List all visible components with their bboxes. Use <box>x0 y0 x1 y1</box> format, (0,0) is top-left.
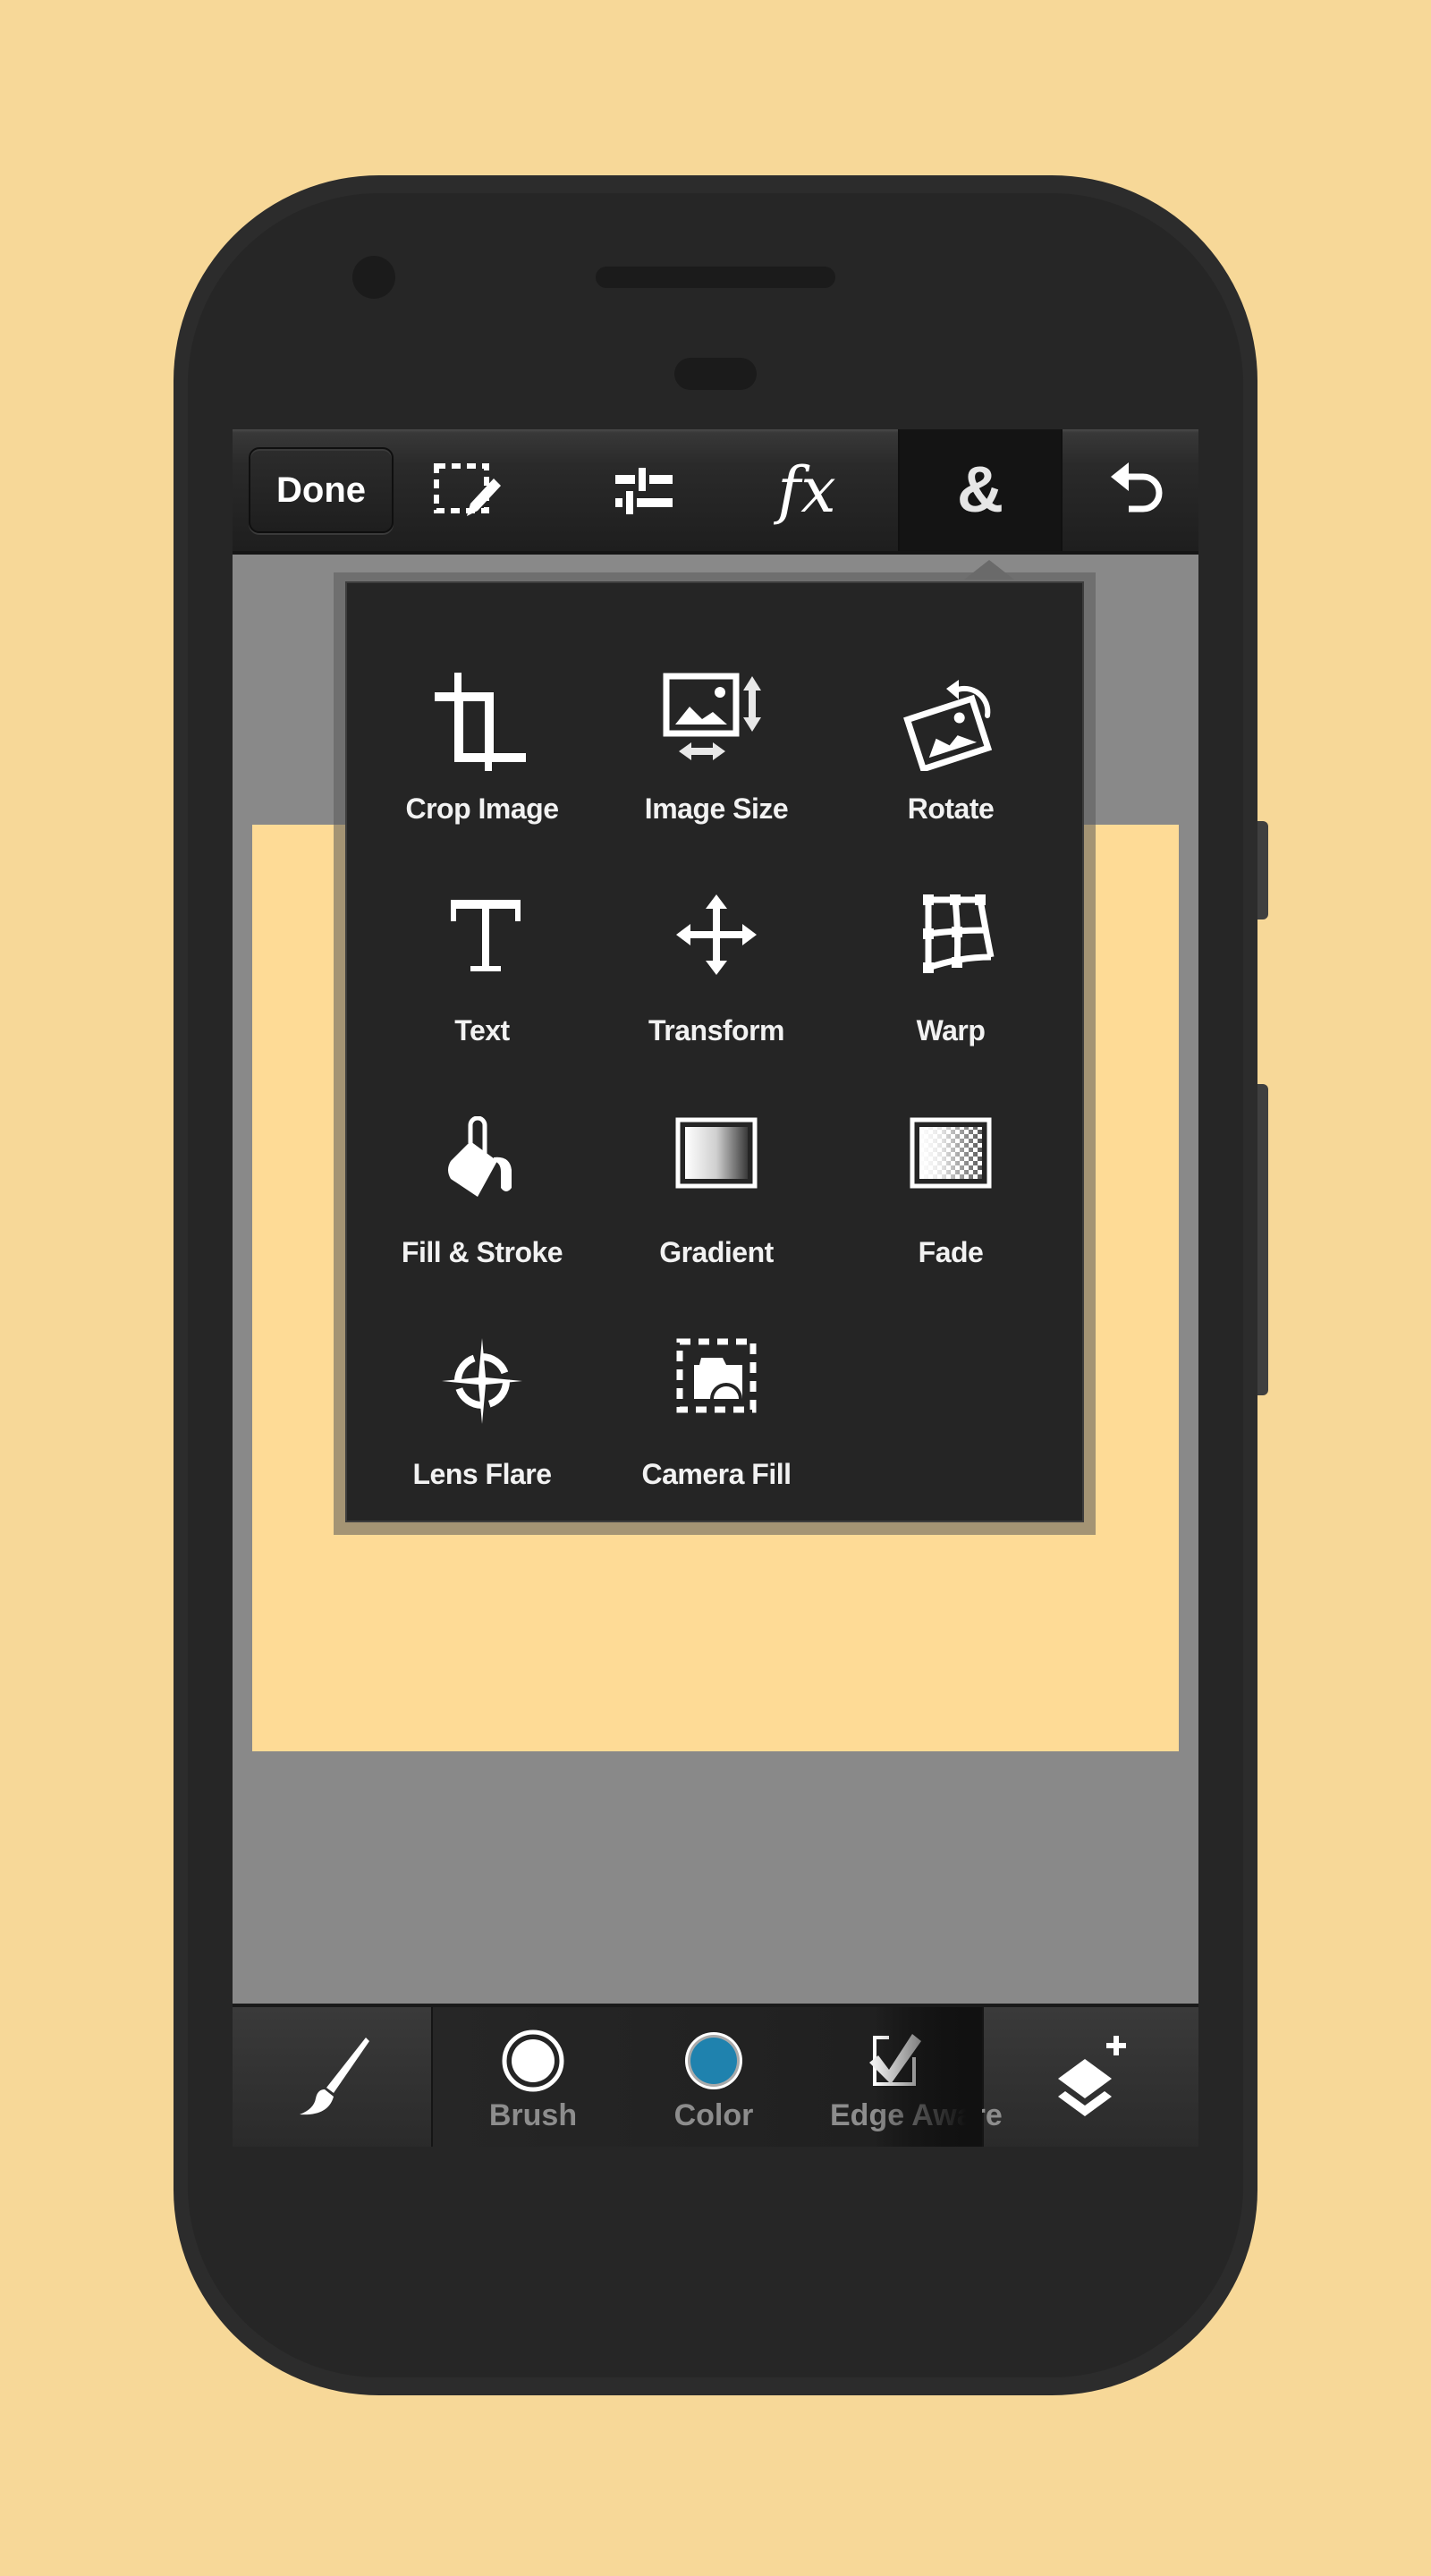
selection-edit-button[interactable] <box>386 429 547 551</box>
brush-icon <box>300 2038 369 2115</box>
menu-item-rotate[interactable]: Rotate <box>834 619 1068 841</box>
effects-button[interactable]: fx <box>726 429 887 551</box>
undo-button[interactable] <box>1057 429 1198 551</box>
fade-icon <box>910 1117 992 1189</box>
menu-item-gradient[interactable]: Gradient <box>599 1063 834 1284</box>
menu-item-image-size[interactable]: Image Size <box>599 619 834 841</box>
menu-item-label: Rotate <box>907 792 995 825</box>
image-size-icon <box>663 673 761 760</box>
lens-flare-icon <box>442 1338 522 1424</box>
front-camera <box>352 256 395 299</box>
paint-bucket-icon <box>448 1116 512 1197</box>
brush-size-option[interactable]: Brush <box>444 2007 622 2147</box>
extras-button[interactable]: & <box>898 429 1063 551</box>
menu-item-text[interactable]: Text <box>365 841 599 1063</box>
adjustments-button[interactable] <box>563 429 724 551</box>
menu-item-fade[interactable]: Fade <box>834 1063 1068 1284</box>
proximity-sensor <box>674 358 757 390</box>
menu-item-label: Transform <box>648 1014 784 1046</box>
ampersand-icon: & <box>957 454 1003 526</box>
scroll-fade <box>875 2007 982 2147</box>
text-icon <box>451 900 521 971</box>
tools-popup: Crop Image Image Size Rotate Text Transf… <box>345 581 1084 1522</box>
earpiece-speaker <box>596 267 835 288</box>
app-screen: Crop Image Image Size Rotate Text Transf… <box>233 429 1198 2147</box>
menu-item-label: Fade <box>918 1236 984 1268</box>
brush-size-icon <box>502 2029 564 2092</box>
menu-item-camera-fill[interactable]: Camera Fill <box>599 1284 834 1506</box>
menu-item-transform[interactable]: Transform <box>599 841 834 1063</box>
brush-options: Brush Color Edge <box>431 2007 1003 2147</box>
power-button <box>1257 821 1268 919</box>
dashed-selection-pencil-icon <box>434 463 501 516</box>
color-swatch-icon <box>685 2032 742 2089</box>
color-option[interactable]: Color <box>624 2007 803 2147</box>
fx-icon: fx <box>777 453 836 527</box>
rotate-image-icon <box>903 680 993 771</box>
camera-fill-icon <box>676 1338 757 1413</box>
done-button[interactable]: Done <box>249 447 394 533</box>
brush-tool-button[interactable] <box>233 2007 431 2147</box>
popup-pointer <box>964 560 1014 580</box>
menu-item-label: Warp <box>916 1014 986 1046</box>
menu-item-label: Image Size <box>644 792 789 825</box>
gradient-icon <box>675 1117 758 1189</box>
top-toolbar: Done fx & <box>233 429 1198 555</box>
sliders-icon <box>615 468 673 514</box>
bottom-toolbar: Brush Color Edge <box>233 2004 1198 2147</box>
menu-item-label: Text <box>454 1014 510 1046</box>
menu-item-crop-image[interactable]: Crop Image <box>365 619 599 841</box>
add-layer-button[interactable] <box>982 2007 1198 2147</box>
crop-icon <box>435 673 526 771</box>
menu-item-label: Fill & Stroke <box>401 1236 563 1268</box>
menu-item-lens-flare[interactable]: Lens Flare <box>365 1284 599 1506</box>
menu-item-label: Lens Flare <box>412 1458 552 1490</box>
menu-item-fill-stroke[interactable]: Fill & Stroke <box>365 1063 599 1284</box>
brush-option-label: Brush <box>488 2098 578 2132</box>
volume-button <box>1257 1084 1268 1395</box>
undo-icon <box>1111 462 1163 513</box>
add-layer-icon <box>1058 2036 1126 2116</box>
menu-item-warp[interactable]: Warp <box>834 841 1068 1063</box>
menu-item-label: Crop Image <box>405 792 559 825</box>
menu-item-label: Camera Fill <box>641 1458 792 1490</box>
move-arrows-icon <box>676 894 757 975</box>
menu-item-label: Gradient <box>659 1236 774 1268</box>
color-option-label: Color <box>673 2098 754 2132</box>
warp-grid-icon <box>923 894 995 973</box>
